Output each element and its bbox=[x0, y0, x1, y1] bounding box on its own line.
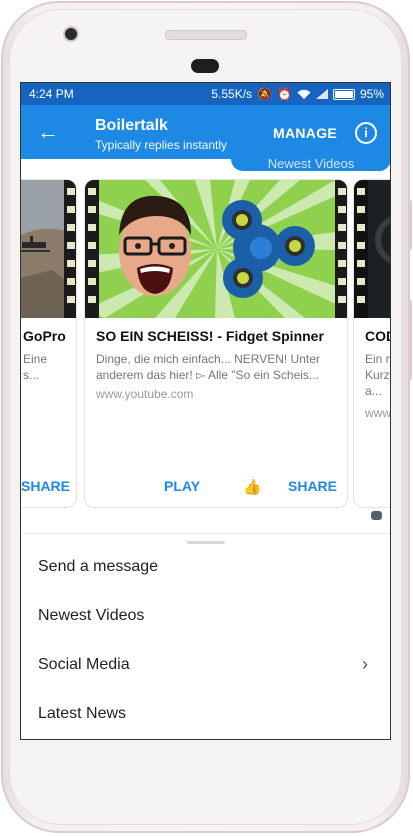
video-card-main[interactable]: SO EIN SCHEISS! - Fidget Spinner Dinge, … bbox=[84, 179, 348, 508]
wifi-icon bbox=[297, 89, 311, 99]
card-url: www bbox=[365, 406, 391, 420]
screen: 4:24 PM 5.55K/s 🔕 ⏰ 95% ← Boilertalk Typ… bbox=[20, 82, 391, 740]
page-title: Boilertalk bbox=[95, 117, 168, 134]
chat-area: Newest Videos GoPro Eine s... SHARE SO E… bbox=[21, 147, 391, 533]
signal-icon bbox=[315, 89, 328, 99]
earpiece-speaker bbox=[165, 30, 247, 40]
battery-icon bbox=[332, 88, 355, 100]
proximity-sensor bbox=[191, 59, 219, 73]
manage-button[interactable]: MANAGE bbox=[273, 125, 337, 141]
thumbs-up-icon[interactable]: 👍 bbox=[243, 478, 262, 496]
read-receipt-icon bbox=[371, 511, 382, 520]
video-thumbnail-gopro bbox=[21, 180, 76, 318]
card-title: GoPro bbox=[23, 328, 66, 344]
front-camera bbox=[63, 26, 79, 42]
back-arrow-icon[interactable]: ← bbox=[37, 119, 59, 145]
share-button[interactable]: SHARE bbox=[21, 478, 70, 494]
sent-message-bubble: Newest Videos bbox=[231, 147, 390, 171]
page-subtitle: Typically replies instantly bbox=[95, 138, 228, 152]
card-title: COD bbox=[365, 328, 390, 344]
status-time: 4:24 PM bbox=[29, 87, 74, 101]
status-bar: 4:24 PM 5.55K/s 🔕 ⏰ 95% bbox=[21, 83, 390, 105]
chevron-right-icon[interactable]: › bbox=[362, 654, 368, 675]
info-icon[interactable]: i bbox=[355, 122, 377, 144]
battery-percent: 95% bbox=[359, 87, 384, 101]
video-card-left[interactable]: GoPro Eine s... SHARE bbox=[21, 179, 77, 508]
volume-button bbox=[408, 200, 412, 250]
persistent-menu: Send a message Newest Videos Social Medi… bbox=[21, 533, 390, 739]
status-right: 5.55K/s 🔕 ⏰ 95% bbox=[211, 87, 384, 101]
menu-item-latest-news[interactable]: Latest News bbox=[38, 705, 126, 723]
video-thumbnail-cod bbox=[354, 180, 390, 318]
card-description: Dinge, die mich einfach... NERVEN! Unter… bbox=[96, 352, 320, 382]
video-thumbnail-fidget-spinner bbox=[85, 180, 347, 318]
menu-item-send-message[interactable]: Send a message bbox=[38, 558, 158, 576]
power-button bbox=[408, 300, 412, 380]
alarm-icon: ⏰ bbox=[277, 87, 292, 101]
mute-icon: 🔕 bbox=[257, 87, 273, 101]
menu-item-social-media[interactable]: Social Media bbox=[38, 656, 130, 674]
card-description: Ein n Kurze a... bbox=[365, 352, 390, 398]
drag-handle[interactable] bbox=[187, 541, 225, 544]
share-button[interactable]: SHARE bbox=[288, 478, 337, 494]
card-description: Eine s... bbox=[23, 352, 48, 382]
menu-item-newest-videos[interactable]: Newest Videos bbox=[38, 607, 144, 625]
card-title: SO EIN SCHEISS! - Fidget Spinner bbox=[96, 328, 324, 344]
network-speed: 5.55K/s bbox=[211, 87, 253, 101]
card-url: www.youtube.com bbox=[96, 387, 194, 401]
play-button[interactable]: PLAY bbox=[164, 478, 200, 494]
video-card-right[interactable]: COD Ein n Kurze a... www bbox=[353, 179, 391, 508]
